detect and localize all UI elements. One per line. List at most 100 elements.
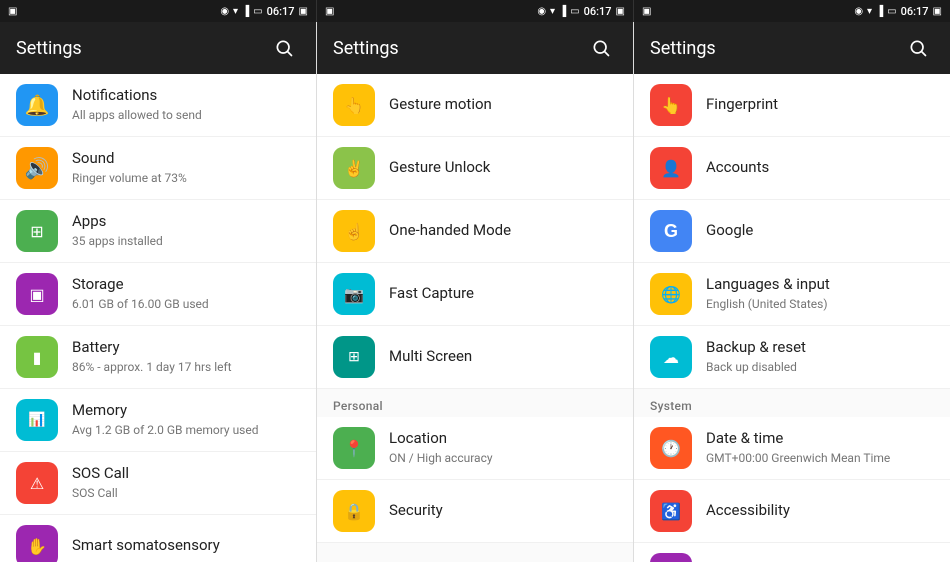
panel-2-title: Settings <box>333 38 399 59</box>
settings-item-fingerprint[interactable]: 👆 Fingerprint <box>634 74 950 137</box>
settings-item-location[interactable]: 📍 Location ON / High accuracy <box>317 417 633 480</box>
google-title: Google <box>706 221 934 241</box>
sos-subtitle: SOS Call <box>72 486 300 502</box>
backup-icon: ☁ <box>650 336 692 378</box>
settings-item-date-time[interactable]: 🕐 Date & time GMT+00:00 Greenwich Mean T… <box>634 417 950 480</box>
storage-icon: ▣ <box>16 273 58 315</box>
memory-title: Memory <box>72 401 300 421</box>
settings-item-printing[interactable]: 🖨 Printing <box>634 543 950 562</box>
memory-subtitle: Avg 1.2 GB of 2.0 GB memory used <box>72 423 300 439</box>
panel-2-search-button[interactable] <box>585 32 617 64</box>
accounts-icon: 👤 <box>650 147 692 189</box>
notifications-text: Notifications All apps allowed to send <box>72 86 300 123</box>
settings-item-sos[interactable]: ⚠ SOS Call SOS Call <box>0 452 316 515</box>
gallery-icon-1: ▣ <box>299 6 308 17</box>
panel-1-search-button[interactable] <box>268 32 300 64</box>
date-time-icon: 🕐 <box>650 427 692 469</box>
security-text: Security <box>389 501 617 521</box>
accessibility-title: Accessibility <box>706 501 934 521</box>
battery-icon-2: ▭ <box>570 6 579 17</box>
status-bar-1: ▣ ◉ ▾ ▐ ▭ 06:17 ▣ <box>0 0 317 22</box>
sound-text: Sound Ringer volume at 73% <box>72 149 300 186</box>
location-icon-3: ◉ <box>854 6 863 17</box>
location-icon-2: ◉ <box>537 6 546 17</box>
gesture-motion-text: Gesture motion <box>389 95 617 115</box>
battery-subtitle: 86% - approx. 1 day 17 hrs left <box>72 360 300 376</box>
sound-title: Sound <box>72 149 300 169</box>
wifi-icon-2: ▾ <box>550 6 555 17</box>
settings-item-smart[interactable]: ✋ Smart somatosensory <box>0 515 316 562</box>
time-2: 06:17 <box>584 5 612 18</box>
screen-icon-1: ▣ <box>8 6 17 17</box>
settings-item-gesture-unlock[interactable]: ✌ Gesture Unlock <box>317 137 633 200</box>
date-time-subtitle: GMT+00:00 Greenwich Mean Time <box>706 451 934 467</box>
panel-2-content: 👆 Gesture motion ✌ Gesture Unlock ☝ One-… <box>317 74 633 562</box>
one-handed-icon: ☝ <box>333 210 375 252</box>
backup-subtitle: Back up disabled <box>706 360 934 376</box>
location-text: Location ON / High accuracy <box>389 429 617 466</box>
panel-3-content: 👆 Fingerprint 👤 Accounts G Google 🌐 <box>634 74 950 562</box>
settings-item-google[interactable]: G Google <box>634 200 950 263</box>
date-time-text: Date & time GMT+00:00 Greenwich Mean Tim… <box>706 429 934 466</box>
panel-1-title: Settings <box>16 38 82 59</box>
settings-item-gesture-motion[interactable]: 👆 Gesture motion <box>317 74 633 137</box>
smart-text: Smart somatosensory <box>72 536 300 556</box>
google-text: Google <box>706 221 934 241</box>
signal-icon-3: ▐ <box>876 6 883 17</box>
fast-capture-title: Fast Capture <box>389 284 617 304</box>
sound-subtitle: Ringer volume at 73% <box>72 171 300 187</box>
settings-item-battery[interactable]: ▮ Battery 86% - approx. 1 day 17 hrs lef… <box>0 326 316 389</box>
apps-subtitle: 35 apps installed <box>72 234 300 250</box>
settings-item-sound[interactable]: 🔊 Sound Ringer volume at 73% <box>0 137 316 200</box>
signal-icon-2: ▐ <box>559 6 566 17</box>
settings-item-fast-capture[interactable]: 📷 Fast Capture <box>317 263 633 326</box>
multi-screen-title: Multi Screen <box>389 347 617 367</box>
notifications-icon: 🔔 <box>16 84 58 126</box>
personal-section-label: Personal <box>317 389 633 417</box>
languages-icon: 🌐 <box>650 273 692 315</box>
settings-item-memory[interactable]: 📊 Memory Avg 1.2 GB of 2.0 GB memory use… <box>0 389 316 452</box>
gallery-icon-2: ▣ <box>616 6 625 17</box>
signal-icon-1: ▐ <box>242 6 249 17</box>
printing-icon: 🖨 <box>650 553 692 562</box>
accessibility-text: Accessibility <box>706 501 934 521</box>
fast-capture-icon: 📷 <box>333 273 375 315</box>
panel-3-search-button[interactable] <box>902 32 934 64</box>
google-icon: G <box>650 210 692 252</box>
gesture-motion-title: Gesture motion <box>389 95 617 115</box>
settings-item-apps[interactable]: ⊞ Apps 35 apps installed <box>0 200 316 263</box>
fingerprint-title: Fingerprint <box>706 95 934 115</box>
backup-title: Backup & reset <box>706 338 934 358</box>
panel-1-header: Settings <box>0 22 316 74</box>
wifi-icon-1: ▾ <box>233 6 238 17</box>
settings-item-backup[interactable]: ☁ Backup & reset Back up disabled <box>634 326 950 389</box>
panel-1-content: 🔔 Notifications All apps allowed to send… <box>0 74 316 562</box>
settings-item-one-handed[interactable]: ☝ One-handed Mode <box>317 200 633 263</box>
gesture-motion-icon: 👆 <box>333 84 375 126</box>
settings-item-accounts[interactable]: 👤 Accounts <box>634 137 950 200</box>
location-icon: 📍 <box>333 427 375 469</box>
storage-title: Storage <box>72 275 300 295</box>
panel-3-title: Settings <box>650 38 716 59</box>
settings-item-languages[interactable]: 🌐 Languages & input English (United Stat… <box>634 263 950 326</box>
fast-capture-text: Fast Capture <box>389 284 617 304</box>
status-bar-2: ▣ ◉ ▾ ▐ ▭ 06:17 ▣ <box>317 0 634 22</box>
apps-text: Apps 35 apps installed <box>72 212 300 249</box>
one-handed-text: One-handed Mode <box>389 221 617 241</box>
panels-container: Settings 🔔 Notifications All apps allowe… <box>0 22 950 562</box>
backup-text: Backup & reset Back up disabled <box>706 338 934 375</box>
settings-item-security[interactable]: 🔒 Security <box>317 480 633 543</box>
gesture-unlock-title: Gesture Unlock <box>389 158 617 178</box>
date-time-title: Date & time <box>706 429 934 449</box>
gesture-unlock-text: Gesture Unlock <box>389 158 617 178</box>
settings-item-accessibility[interactable]: ♿ Accessibility <box>634 480 950 543</box>
smart-icon: ✋ <box>16 525 58 562</box>
time-1: 06:17 <box>267 5 295 18</box>
settings-item-notifications[interactable]: 🔔 Notifications All apps allowed to send <box>0 74 316 137</box>
one-handed-title: One-handed Mode <box>389 221 617 241</box>
gallery-icon-3: ▣ <box>933 6 942 17</box>
status-bars: ▣ ◉ ▾ ▐ ▭ 06:17 ▣ ▣ ◉ ▾ ▐ ▭ 06:17 ▣ ▣ ◉ <box>0 0 950 22</box>
settings-item-multi-screen[interactable]: ⊞ Multi Screen <box>317 326 633 389</box>
screen-icon-3: ▣ <box>642 6 651 17</box>
settings-item-storage[interactable]: ▣ Storage 6.01 GB of 16.00 GB used <box>0 263 316 326</box>
